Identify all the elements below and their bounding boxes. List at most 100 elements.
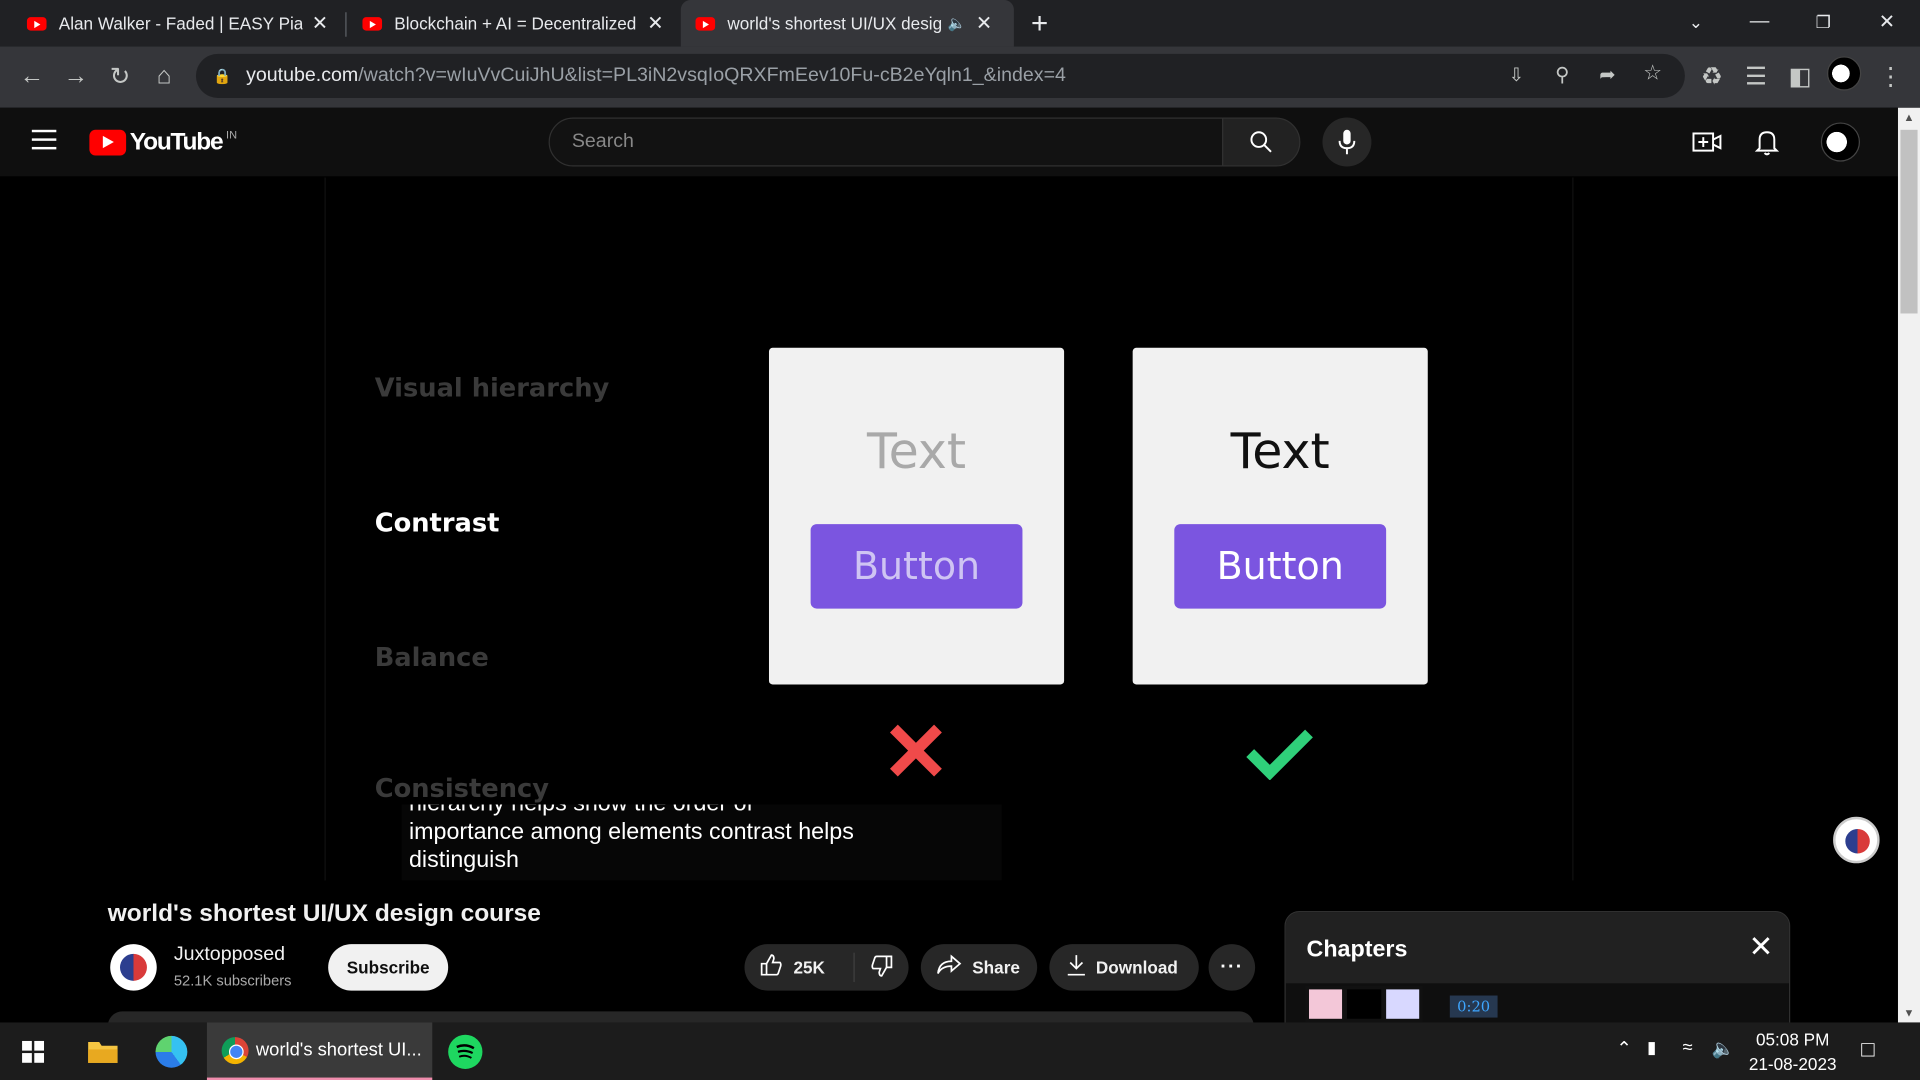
- create-video-icon[interactable]: [1690, 125, 1724, 159]
- volume-icon[interactable]: 🔈: [1712, 1037, 1735, 1059]
- tab-close-icon[interactable]: ✕: [976, 11, 992, 35]
- youtube-play-icon: [89, 129, 127, 156]
- youtube-favicon-icon: [695, 16, 716, 31]
- scroll-down-arrow-icon[interactable]: ▼: [1898, 1003, 1920, 1023]
- home-icon[interactable]: ⌂: [144, 56, 183, 95]
- browser-tab-strip: Alan Walker - Faded | EASY Piano ✕ Block…: [0, 0, 1920, 47]
- close-chapters-icon[interactable]: ✕: [1749, 929, 1774, 965]
- search-input[interactable]: Search: [548, 117, 1224, 167]
- tab-title: world's shortest UI/UX design: [727, 13, 943, 34]
- tab-close-icon[interactable]: ✕: [647, 11, 663, 35]
- minimize-window-icon[interactable]: —: [1731, 0, 1787, 44]
- zoom-icon[interactable]: ⚲: [1555, 62, 1569, 86]
- tab-title: Alan Walker - Faded | EASY Piano: [58, 13, 302, 34]
- youtube-logo[interactable]: YouTube IN: [89, 128, 237, 157]
- download-button[interactable]: Download: [1049, 944, 1199, 991]
- check-mark-icon: [1245, 726, 1314, 786]
- card-button: Button: [1174, 524, 1387, 609]
- url-host: youtube.com: [246, 64, 359, 86]
- back-arrow-icon[interactable]: ←: [12, 56, 51, 95]
- dislike-button[interactable]: [855, 953, 909, 981]
- video-player[interactable]: Visual hierarchy Contrast Balance Consis…: [324, 177, 1574, 881]
- extensions-puzzle-icon[interactable]: ♻: [1692, 56, 1731, 95]
- topic-label-balance: Balance: [374, 642, 489, 673]
- url-path: /watch?v=wIuVvCuiJhU&list=PL3iN2vsqIoQRX…: [358, 64, 1066, 86]
- caption-line: importance among elements contrast helps: [408, 819, 854, 845]
- youtube-favicon-icon: [26, 16, 47, 31]
- like-button[interactable]: 25K: [744, 952, 855, 983]
- forward-arrow-icon[interactable]: →: [56, 56, 95, 95]
- restore-window-icon[interactable]: ❐: [1795, 0, 1851, 44]
- card-button: Button: [810, 524, 1023, 609]
- like-dislike-group: 25K: [744, 944, 909, 991]
- chrome-icon: [221, 1036, 249, 1064]
- search-icon: [1250, 131, 1272, 153]
- speaker-icon[interactable]: 🔈: [948, 15, 966, 32]
- lock-icon[interactable]: 🔒: [213, 67, 231, 84]
- channel-avatar[interactable]: [110, 944, 157, 991]
- caption-line: hierarchy helps show the order of: [409, 804, 994, 817]
- card-text: Text: [867, 423, 967, 481]
- battery-icon[interactable]: ▮: [1647, 1037, 1656, 1058]
- thumbs-up-icon: [759, 952, 783, 983]
- side-panel-icon[interactable]: ◧: [1780, 56, 1819, 95]
- windows-start-icon[interactable]: [13, 1032, 52, 1071]
- notification-center-icon[interactable]: □: [1861, 1037, 1874, 1063]
- wifi-icon[interactable]: ≈: [1682, 1037, 1692, 1058]
- topic-label-consistency: Consistency: [374, 773, 550, 804]
- tab-blockchain-ai[interactable]: Blockchain + AI = Decentralized A ✕: [348, 0, 679, 47]
- page-scrollbar[interactable]: ▲ ▼: [1897, 107, 1920, 1023]
- cross-mark-icon: [887, 721, 946, 786]
- tab-close-icon[interactable]: ✕: [312, 11, 328, 35]
- microphone-icon: [1338, 129, 1356, 155]
- browser-toolbar: ← → ↻ ⌂ 🔒 youtube.com /watch?v=wIuVvCuiJ…: [0, 46, 1920, 108]
- show-hidden-icons-chevron[interactable]: ⌃: [1616, 1037, 1631, 1059]
- chapters-title: Chapters: [1306, 936, 1408, 963]
- search-button[interactable]: [1222, 117, 1301, 167]
- youtube-wordmark: YouTube: [129, 128, 224, 156]
- tab-search-chevron-icon[interactable]: ⌄: [1668, 0, 1724, 44]
- floating-channel-icon[interactable]: [1833, 816, 1880, 864]
- windows-taskbar: world's shortest UI... ⌃ ▮ ≈ 🔈 05:08 PM …: [0, 1022, 1920, 1080]
- tab-title: Blockchain + AI = Decentralized A: [394, 13, 638, 34]
- taskbar-app-title: world's shortest UI...: [255, 1039, 422, 1061]
- install-app-icon[interactable]: ⇩: [1509, 64, 1524, 86]
- youtube-favicon-icon: [362, 16, 383, 31]
- notifications-bell-icon[interactable]: [1750, 125, 1784, 159]
- clock-time: 05:08 PM: [1755, 1029, 1830, 1050]
- scroll-up-arrow-icon[interactable]: ▲: [1898, 108, 1920, 128]
- voice-search-button[interactable]: [1322, 117, 1372, 167]
- chapter-timestamp[interactable]: 0:20: [1449, 995, 1498, 1018]
- spotify-icon[interactable]: [448, 1034, 483, 1069]
- media-control-icon[interactable]: ☰: [1736, 56, 1775, 95]
- download-label: Download: [1095, 957, 1178, 978]
- share-label: Share: [972, 957, 1020, 978]
- address-bar[interactable]: 🔒 youtube.com /watch?v=wIuVvCuiJhU&list=…: [195, 53, 1685, 98]
- taskbar-clock[interactable]: 05:08 PM 21-08-2023: [1744, 1027, 1842, 1076]
- subtitle-caption: hierarchy helps show the order of import…: [401, 804, 1002, 881]
- chapters-header: Chapters ✕: [1285, 912, 1789, 984]
- tab-ui-ux-course[interactable]: world's shortest UI/UX design 🔈 ✕: [680, 0, 1014, 47]
- subscribe-button[interactable]: Subscribe: [328, 944, 449, 991]
- taskbar-chrome-window[interactable]: world's shortest UI...: [206, 1022, 433, 1080]
- account-avatar[interactable]: [1820, 122, 1861, 162]
- edge-browser-icon[interactable]: [152, 1032, 191, 1071]
- profile-avatar-icon[interactable]: [1826, 56, 1862, 91]
- bookmark-star-icon[interactable]: ☆: [1643, 61, 1662, 85]
- like-count: 25K: [793, 957, 825, 978]
- clock-date: 21-08-2023: [1748, 1054, 1837, 1074]
- close-window-icon[interactable]: ✕: [1859, 0, 1915, 44]
- reload-icon[interactable]: ↻: [100, 56, 139, 95]
- chrome-menu-icon[interactable]: ⋮: [1871, 56, 1910, 95]
- scrollbar-thumb[interactable]: [1900, 129, 1918, 314]
- topic-label-visual-hierarchy: Visual hierarchy: [374, 373, 610, 403]
- more-actions-button[interactable]: ···: [1208, 944, 1256, 991]
- channel-name[interactable]: Juxtopposed: [174, 944, 285, 966]
- tab-alan-walker[interactable]: Alan Walker - Faded | EASY Piano ✕: [12, 0, 343, 47]
- share-button[interactable]: Share: [920, 944, 1038, 991]
- chapter-thumbnail[interactable]: [1305, 985, 1423, 1023]
- hamburger-menu-icon[interactable]: [31, 129, 57, 150]
- share-page-icon[interactable]: ➦: [1599, 62, 1615, 86]
- new-tab-button[interactable]: +: [1031, 7, 1048, 41]
- file-explorer-icon[interactable]: [83, 1032, 122, 1071]
